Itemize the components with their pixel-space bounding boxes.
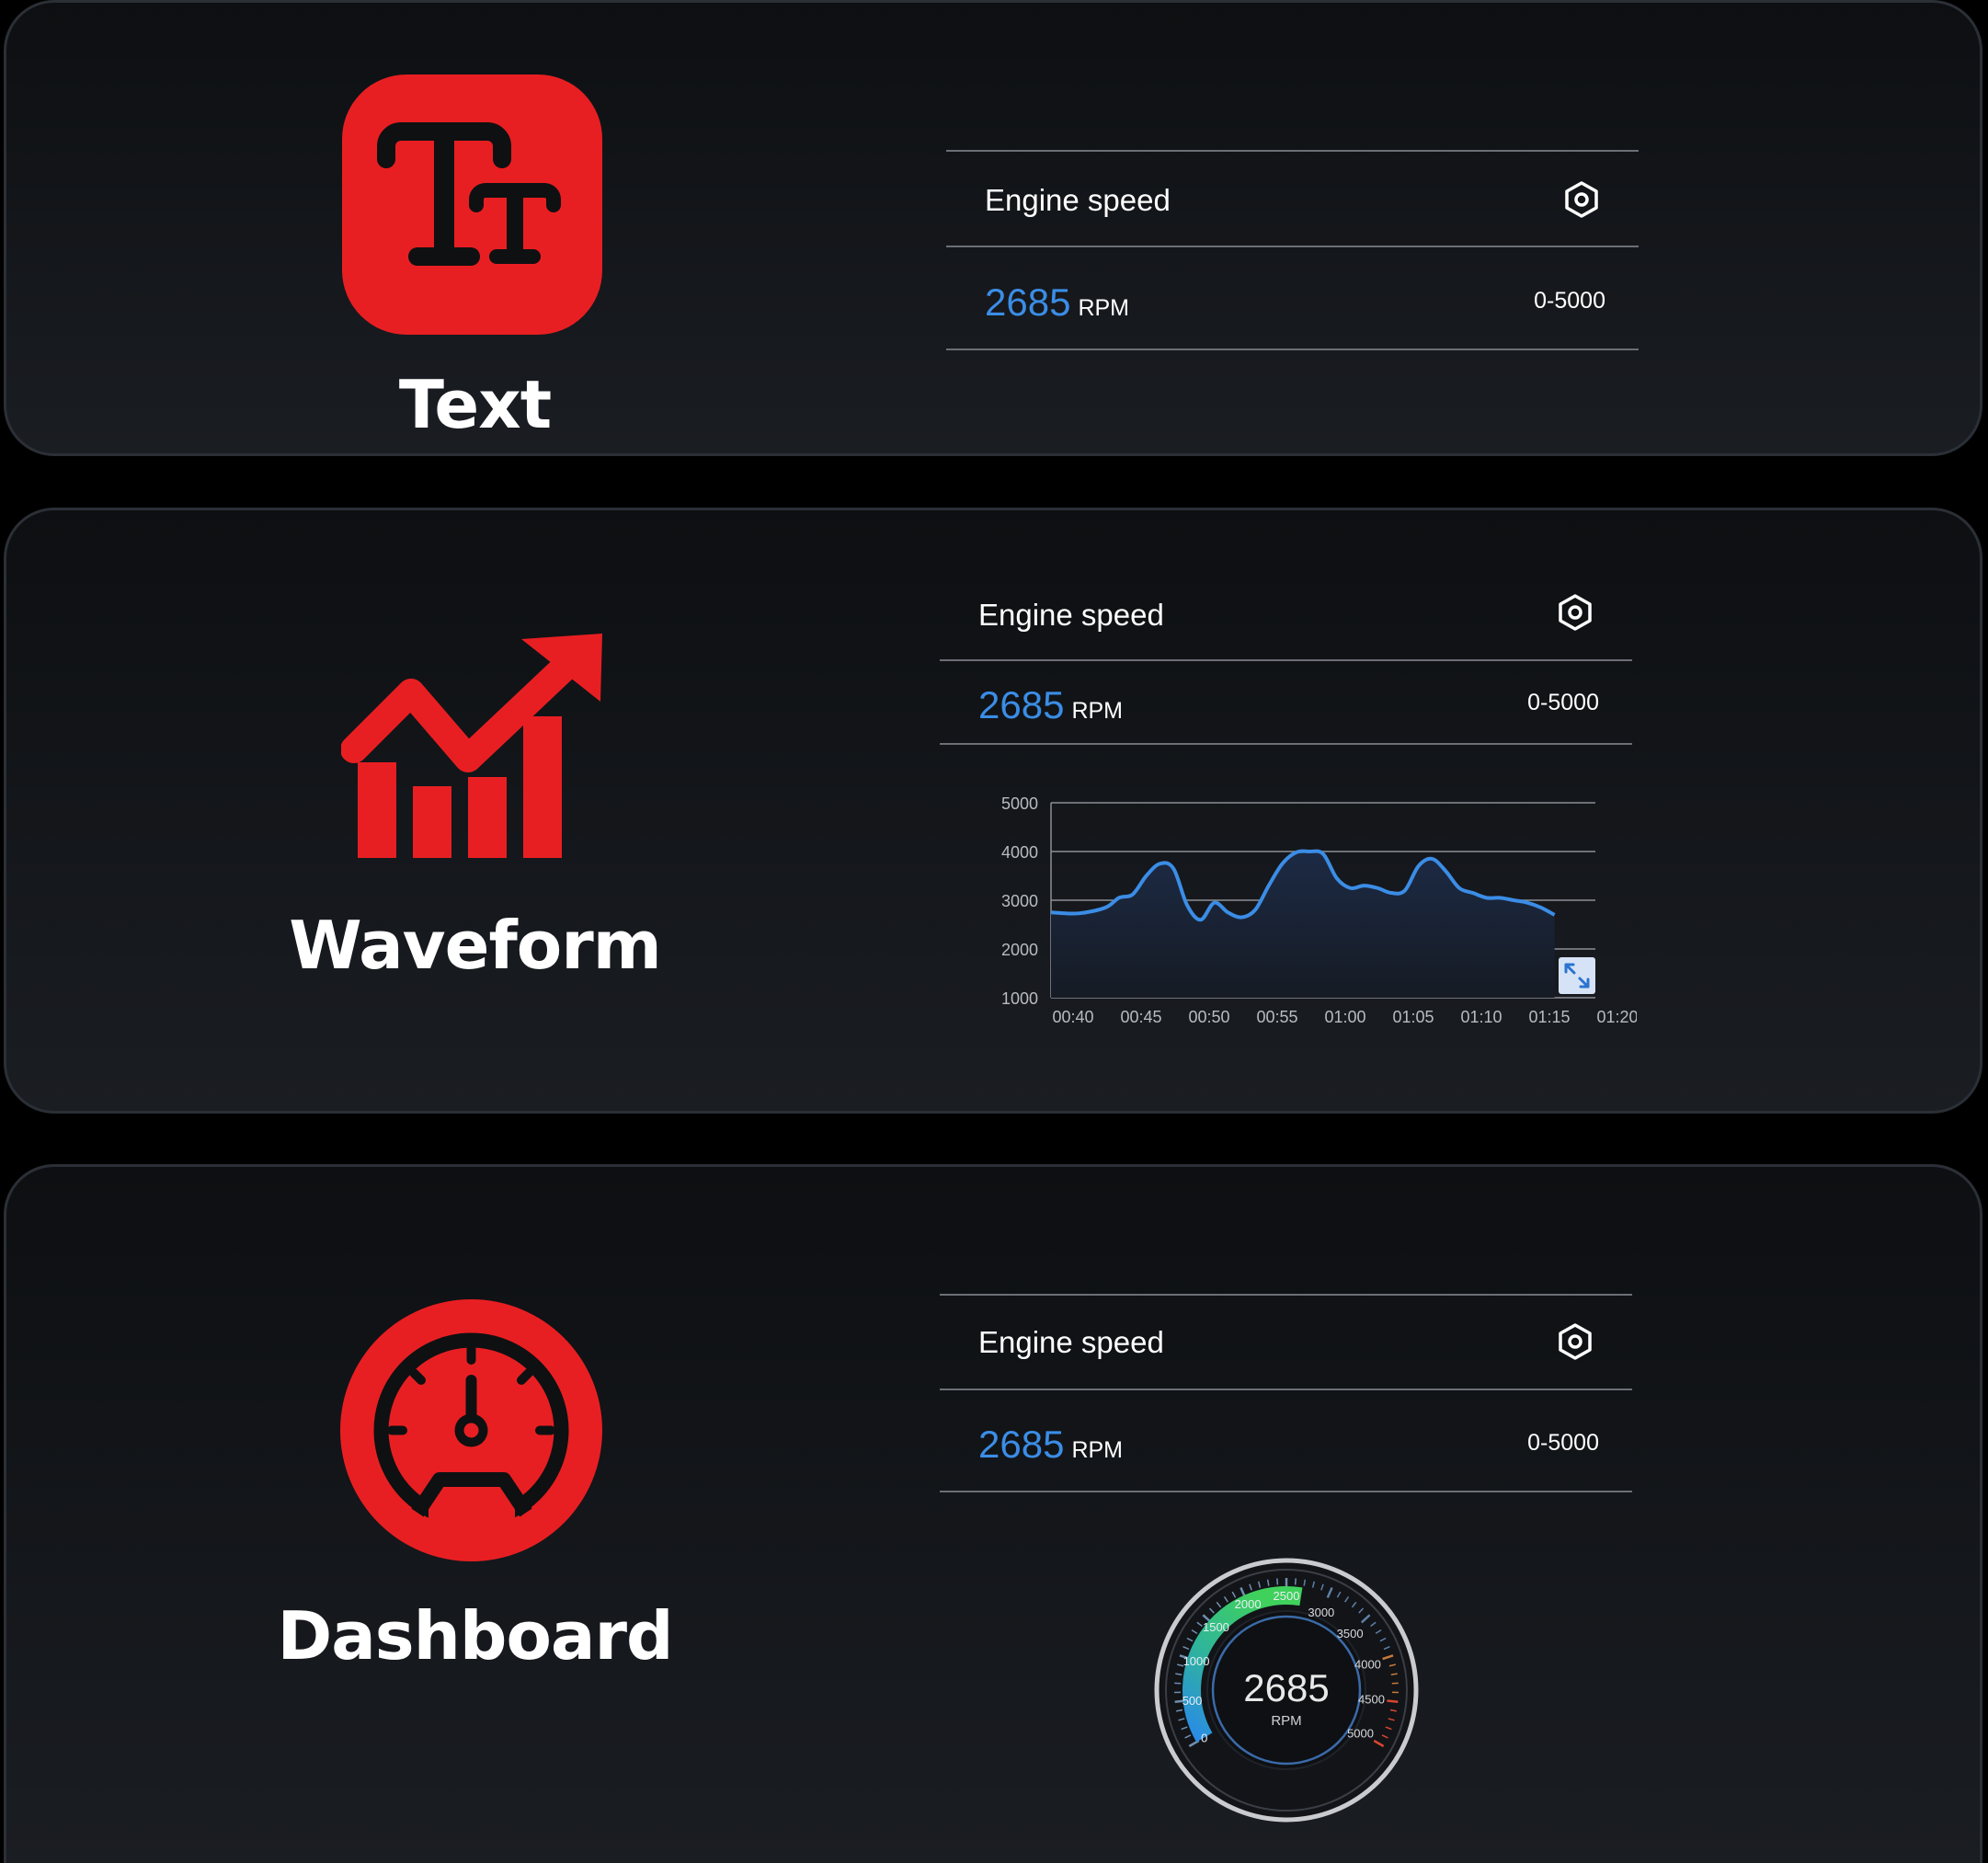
value-number: 2685 bbox=[978, 1423, 1064, 1466]
gauge-tick-label: 3000 bbox=[1308, 1606, 1334, 1619]
gauge-tick-label: 2000 bbox=[1235, 1597, 1262, 1611]
rpm-gauge: 0 500 1000 1500 2000 2500 30003500 4000 4500 5000… bbox=[1153, 1557, 1420, 1823]
divider bbox=[946, 150, 1639, 152]
gauge-unit-label: RPM bbox=[1271, 1713, 1301, 1729]
divider bbox=[946, 349, 1639, 350]
value-range: 0-5000 bbox=[1534, 290, 1605, 313]
value-range: 0-5000 bbox=[1527, 1432, 1599, 1455]
gauge-tick-label: 3500 bbox=[1337, 1627, 1364, 1640]
waveform-area bbox=[1051, 851, 1555, 998]
speedometer-icon bbox=[340, 1299, 602, 1561]
y-tick-label: 3000 bbox=[1001, 892, 1038, 910]
engine-speed-widget: Engine speed 2685 RPM 0-5000 bbox=[940, 1293, 1632, 1495]
x-tick-label: 01:15 bbox=[1528, 1008, 1570, 1026]
gauge-tick-label: 4000 bbox=[1354, 1657, 1381, 1671]
value-number: 2685 bbox=[978, 683, 1064, 726]
y-tick-label: 2000 bbox=[1001, 941, 1038, 959]
divider bbox=[946, 246, 1639, 247]
x-tick-label: 00:45 bbox=[1120, 1008, 1161, 1026]
value-unit: RPM bbox=[1071, 698, 1123, 724]
value-readout: 2685 RPM bbox=[985, 283, 1129, 322]
text-mode-card[interactable]: Text Engine speed 2685 RPM 0-5000 bbox=[4, 0, 1982, 456]
gauge-tick-label: 500 bbox=[1183, 1694, 1203, 1708]
gauge-tick bbox=[1277, 1578, 1278, 1584]
divider bbox=[940, 659, 1632, 661]
y-tick-label: 5000 bbox=[1001, 794, 1038, 813]
divider bbox=[940, 1389, 1632, 1390]
widget-title: Engine speed bbox=[985, 185, 1171, 215]
mode-title-waveform: Waveform bbox=[6, 907, 943, 984]
gauge-tick-label: 5000 bbox=[1347, 1727, 1374, 1741]
dashboard-mode-card[interactable]: Dashboard bbox=[4, 1164, 1982, 1863]
divider bbox=[940, 1294, 1632, 1296]
mode-title-text: Text bbox=[6, 366, 943, 443]
x-tick-label: 01:05 bbox=[1392, 1008, 1434, 1026]
x-tick-label: 00:50 bbox=[1188, 1008, 1229, 1026]
gauge-tick-label: 4500 bbox=[1358, 1693, 1385, 1707]
gauge-tick-label: 1500 bbox=[1203, 1620, 1229, 1634]
widget-title: Engine speed bbox=[978, 600, 1164, 630]
value-readout: 2685 RPM bbox=[978, 686, 1123, 725]
y-tick-label: 4000 bbox=[1001, 843, 1038, 862]
x-tick-label: 01:10 bbox=[1460, 1008, 1502, 1026]
text-size-icon bbox=[342, 74, 602, 335]
mode-title-dashboard: Dashboard bbox=[6, 1597, 943, 1674]
value-range: 0-5000 bbox=[1527, 691, 1599, 714]
gauge-tick bbox=[1387, 1700, 1398, 1701]
x-tick-label: 01:00 bbox=[1324, 1008, 1365, 1026]
x-tick-label: 01:20 bbox=[1596, 1008, 1637, 1026]
value-number: 2685 bbox=[985, 280, 1070, 324]
engine-speed-widget: Engine speed 2685 RPM 0-5000 bbox=[946, 150, 1639, 352]
divider bbox=[940, 743, 1632, 745]
x-tick-label: 00:55 bbox=[1256, 1008, 1297, 1026]
expand-arrows-icon[interactable] bbox=[1559, 957, 1595, 994]
gauge-tick bbox=[1296, 1578, 1297, 1584]
widget-title: Engine speed bbox=[978, 1327, 1164, 1357]
y-tick-label: 1000 bbox=[1001, 989, 1038, 1008]
gauge-tick-label: 2500 bbox=[1274, 1589, 1300, 1603]
settings-hexagon-icon[interactable] bbox=[1558, 594, 1593, 631]
value-unit: RPM bbox=[1078, 295, 1129, 321]
trending-up-chart-icon bbox=[341, 634, 606, 858]
value-unit: RPM bbox=[1071, 1437, 1123, 1463]
waveform-chart: 1000 2000 3000 4000 5000 00:40 00:45 00:50 00:55… bbox=[975, 782, 1637, 1030]
divider bbox=[940, 1491, 1632, 1492]
value-readout: 2685 RPM bbox=[978, 1425, 1123, 1464]
gauge-tick-label: 0 bbox=[1201, 1732, 1207, 1745]
engine-speed-widget: Engine speed 2685 RPM 0-5000 bbox=[940, 577, 1632, 749]
x-tick-label: 00:40 bbox=[1052, 1008, 1093, 1026]
gauge-tick-label: 1000 bbox=[1183, 1654, 1210, 1668]
gauge-value-label: 2685 bbox=[1243, 1666, 1329, 1709]
settings-hexagon-icon[interactable] bbox=[1564, 181, 1599, 218]
settings-hexagon-icon[interactable] bbox=[1558, 1323, 1593, 1360]
